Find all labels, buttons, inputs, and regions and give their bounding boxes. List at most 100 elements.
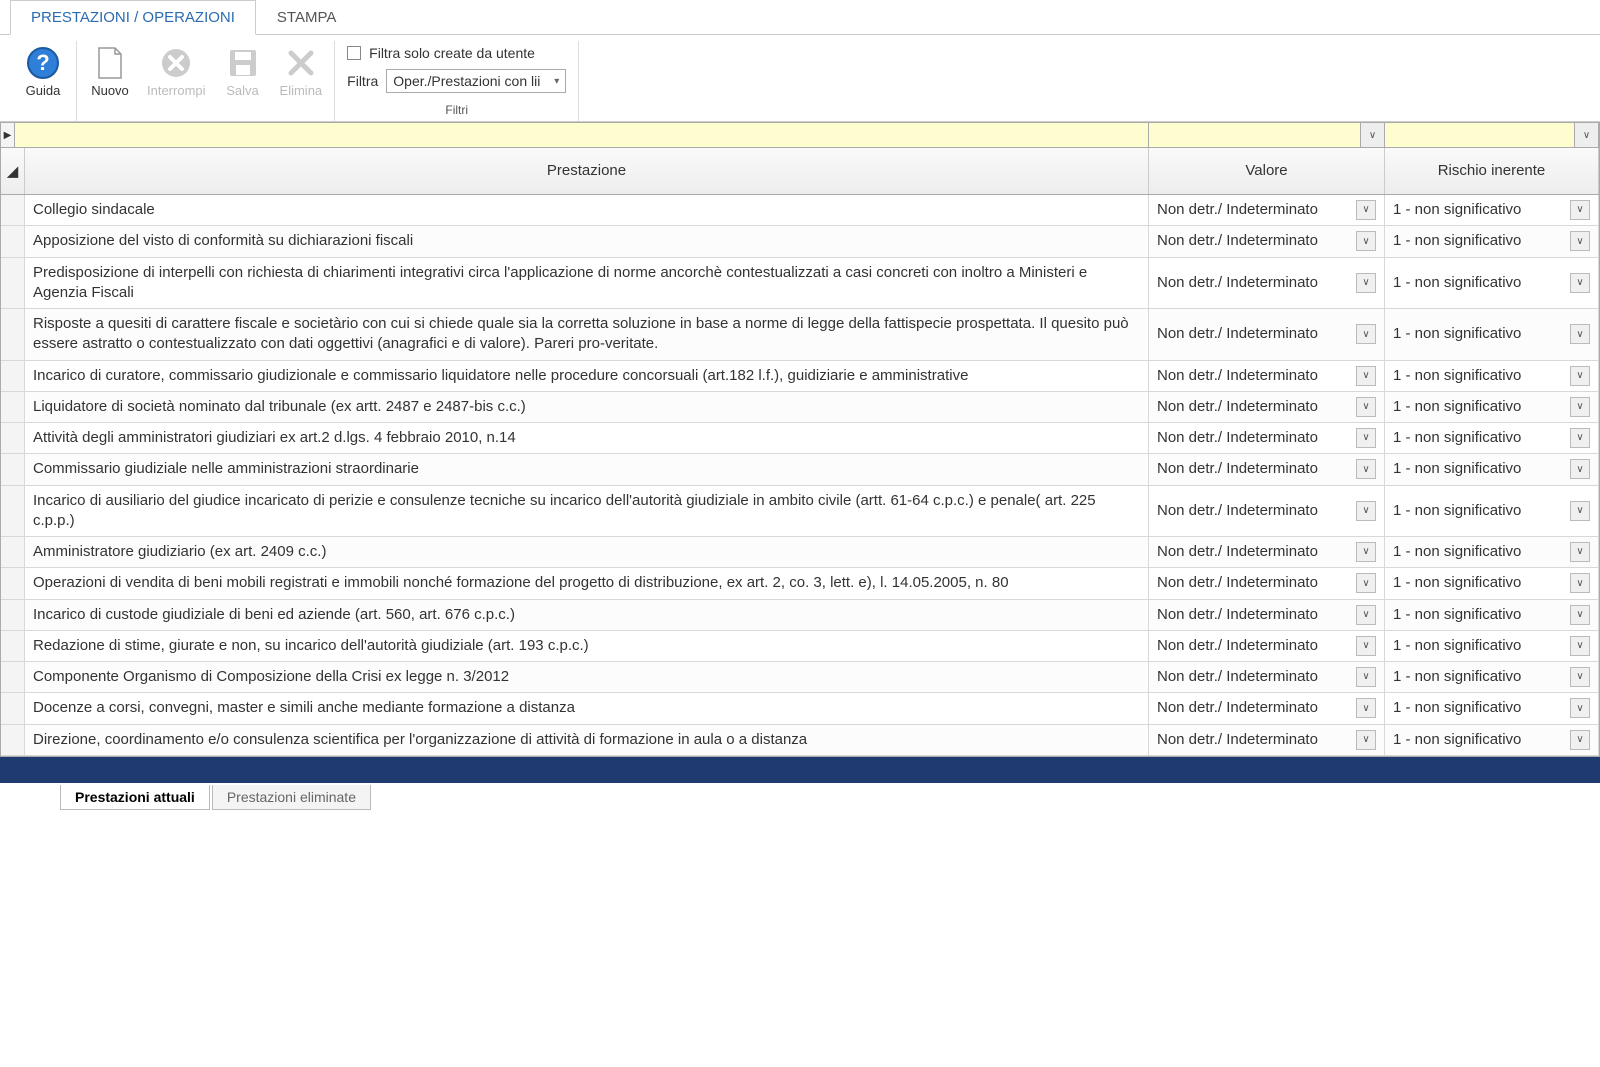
filter-valore-input[interactable]	[1149, 123, 1361, 147]
table-row[interactable]: Incarico di ausiliario del giudice incar…	[1, 486, 1599, 538]
row-handle[interactable]	[1, 361, 25, 391]
valore-dropdown-btn[interactable]: ∨	[1356, 231, 1376, 251]
tab-stampa[interactable]: STAMPA	[256, 0, 357, 34]
cell-rischio[interactable]: 1 - non significativo∨	[1385, 226, 1599, 256]
col-header-rischio[interactable]: Rischio inerente	[1385, 148, 1599, 194]
cell-rischio[interactable]: 1 - non significativo∨	[1385, 454, 1599, 484]
cell-valore[interactable]: Non detr./ Indeterminato∨	[1149, 361, 1385, 391]
filter-rischio-dropdown[interactable]: ∨	[1575, 123, 1599, 147]
filter-select[interactable]: Oper./Prestazioni con lii ▾	[386, 69, 566, 93]
rischio-dropdown-btn[interactable]: ∨	[1570, 501, 1590, 521]
valore-dropdown-btn[interactable]: ∨	[1356, 273, 1376, 293]
row-handle[interactable]	[1, 392, 25, 422]
rischio-dropdown-btn[interactable]: ∨	[1570, 397, 1590, 417]
row-handle[interactable]	[1, 537, 25, 567]
cell-rischio[interactable]: 1 - non significativo∨	[1385, 392, 1599, 422]
row-handle[interactable]	[1, 631, 25, 661]
table-row[interactable]: Redazione di stime, giurate e non, su in…	[1, 631, 1599, 662]
row-handle[interactable]	[1, 195, 25, 225]
row-handle[interactable]	[1, 725, 25, 755]
cell-rischio[interactable]: 1 - non significativo∨	[1385, 600, 1599, 630]
cell-rischio[interactable]: 1 - non significativo∨	[1385, 195, 1599, 225]
rischio-dropdown-btn[interactable]: ∨	[1570, 273, 1590, 293]
rischio-dropdown-btn[interactable]: ∨	[1570, 459, 1590, 479]
cell-valore[interactable]: Non detr./ Indeterminato∨	[1149, 725, 1385, 755]
table-row[interactable]: Incarico di curatore, commissario giudiz…	[1, 361, 1599, 392]
valore-dropdown-btn[interactable]: ∨	[1356, 200, 1376, 220]
filter-user-created[interactable]: Filtra solo create da utente	[347, 45, 535, 61]
col-header-prestazione[interactable]: Prestazione	[25, 148, 1149, 194]
filter-prestazione-input[interactable]	[15, 123, 1149, 147]
table-row[interactable]: Amministratore giudiziario (ex art. 2409…	[1, 537, 1599, 568]
valore-dropdown-btn[interactable]: ∨	[1356, 501, 1376, 521]
checkbox-icon[interactable]	[347, 46, 361, 60]
valore-dropdown-btn[interactable]: ∨	[1356, 667, 1376, 687]
cell-valore[interactable]: Non detr./ Indeterminato∨	[1149, 631, 1385, 661]
cell-rischio[interactable]: 1 - non significativo∨	[1385, 568, 1599, 598]
cell-valore[interactable]: Non detr./ Indeterminato∨	[1149, 568, 1385, 598]
valore-dropdown-btn[interactable]: ∨	[1356, 397, 1376, 417]
cell-rischio[interactable]: 1 - non significativo∨	[1385, 631, 1599, 661]
cell-valore[interactable]: Non detr./ Indeterminato∨	[1149, 486, 1385, 537]
table-row[interactable]: Commissario giudiziale nelle amministraz…	[1, 454, 1599, 485]
valore-dropdown-btn[interactable]: ∨	[1356, 730, 1376, 750]
col-header-valore[interactable]: Valore	[1149, 148, 1385, 194]
rischio-dropdown-btn[interactable]: ∨	[1570, 636, 1590, 656]
table-row[interactable]: Operazioni di vendita di beni mobili reg…	[1, 568, 1599, 599]
cell-valore[interactable]: Non detr./ Indeterminato∨	[1149, 454, 1385, 484]
cell-rischio[interactable]: 1 - non significativo∨	[1385, 537, 1599, 567]
row-selector-header[interactable]: ◢	[1, 148, 25, 194]
cell-rischio[interactable]: 1 - non significativo∨	[1385, 662, 1599, 692]
row-handle[interactable]	[1, 662, 25, 692]
rischio-dropdown-btn[interactable]: ∨	[1570, 324, 1590, 344]
rischio-dropdown-btn[interactable]: ∨	[1570, 573, 1590, 593]
table-row[interactable]: Attività degli amministratori giudiziari…	[1, 423, 1599, 454]
cell-valore[interactable]: Non detr./ Indeterminato∨	[1149, 258, 1385, 309]
row-handle[interactable]	[1, 568, 25, 598]
table-row[interactable]: Docenze a corsi, convegni, master e simi…	[1, 693, 1599, 724]
valore-dropdown-btn[interactable]: ∨	[1356, 605, 1376, 625]
cell-rischio[interactable]: 1 - non significativo∨	[1385, 486, 1599, 537]
rischio-dropdown-btn[interactable]: ∨	[1570, 667, 1590, 687]
cell-rischio[interactable]: 1 - non significativo∨	[1385, 361, 1599, 391]
valore-dropdown-btn[interactable]: ∨	[1356, 324, 1376, 344]
filter-valore-dropdown[interactable]: ∨	[1361, 123, 1385, 147]
cell-valore[interactable]: Non detr./ Indeterminato∨	[1149, 226, 1385, 256]
rischio-dropdown-btn[interactable]: ∨	[1570, 428, 1590, 448]
table-row[interactable]: Risposte a quesiti di carattere fiscale …	[1, 309, 1599, 361]
valore-dropdown-btn[interactable]: ∨	[1356, 542, 1376, 562]
table-row[interactable]: Direzione, coordinamento e/o consulenza …	[1, 725, 1599, 756]
filter-handle[interactable]: ▶	[1, 123, 15, 147]
table-row[interactable]: Apposizione del visto di conformità su d…	[1, 226, 1599, 257]
cell-valore[interactable]: Non detr./ Indeterminato∨	[1149, 662, 1385, 692]
cell-valore[interactable]: Non detr./ Indeterminato∨	[1149, 537, 1385, 567]
valore-dropdown-btn[interactable]: ∨	[1356, 366, 1376, 386]
cell-valore[interactable]: Non detr./ Indeterminato∨	[1149, 392, 1385, 422]
rischio-dropdown-btn[interactable]: ∨	[1570, 698, 1590, 718]
row-handle[interactable]	[1, 486, 25, 537]
table-row[interactable]: Predisposizione di interpelli con richie…	[1, 258, 1599, 310]
cell-valore[interactable]: Non detr./ Indeterminato∨	[1149, 423, 1385, 453]
rischio-dropdown-btn[interactable]: ∨	[1570, 605, 1590, 625]
table-row[interactable]: Componente Organismo di Composizione del…	[1, 662, 1599, 693]
cell-rischio[interactable]: 1 - non significativo∨	[1385, 258, 1599, 309]
table-row[interactable]: Liquidatore di società nominato dal trib…	[1, 392, 1599, 423]
row-handle[interactable]	[1, 693, 25, 723]
cell-rischio[interactable]: 1 - non significativo∨	[1385, 693, 1599, 723]
table-row[interactable]: Incarico di custode giudiziale di beni e…	[1, 600, 1599, 631]
valore-dropdown-btn[interactable]: ∨	[1356, 636, 1376, 656]
cell-rischio[interactable]: 1 - non significativo∨	[1385, 423, 1599, 453]
row-handle[interactable]	[1, 309, 25, 360]
cell-valore[interactable]: Non detr./ Indeterminato∨	[1149, 195, 1385, 225]
tab-prestazioni-eliminate[interactable]: Prestazioni eliminate	[212, 785, 371, 810]
row-handle[interactable]	[1, 226, 25, 256]
rischio-dropdown-btn[interactable]: ∨	[1570, 231, 1590, 251]
help-button[interactable]: ? Guida	[18, 41, 68, 102]
valore-dropdown-btn[interactable]: ∨	[1356, 428, 1376, 448]
rischio-dropdown-btn[interactable]: ∨	[1570, 730, 1590, 750]
rischio-dropdown-btn[interactable]: ∨	[1570, 542, 1590, 562]
rischio-dropdown-btn[interactable]: ∨	[1570, 366, 1590, 386]
cell-valore[interactable]: Non detr./ Indeterminato∨	[1149, 309, 1385, 360]
filter-rischio-input[interactable]	[1385, 123, 1575, 147]
table-row[interactable]: Collegio sindacaleNon detr./ Indetermina…	[1, 195, 1599, 226]
